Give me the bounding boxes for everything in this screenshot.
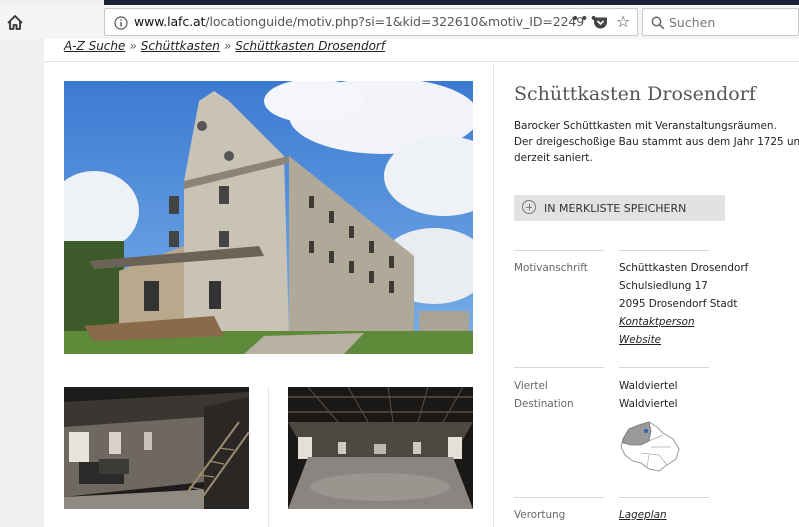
lageplan-link[interactable]: Lageplan: [619, 509, 667, 521]
destination-label: Destination: [514, 398, 574, 410]
bookmark-star-icon[interactable]: ☆: [616, 12, 630, 31]
destination-value: Waldviertel: [619, 398, 678, 410]
motivanschrift-label: Motivanschrift: [514, 262, 588, 274]
page-content: A-Z Suche» Schüttkasten» Schüttkasten Dros…: [44, 39, 799, 527]
divider: [514, 497, 604, 498]
save-to-watchlist-button[interactable]: IN MERKLISTE SPEICHERN: [514, 195, 725, 221]
breadcrumb-current[interactable]: Schüttkasten Drosendorf: [235, 39, 385, 53]
address-name: Schüttkasten Drosendorf: [619, 262, 749, 274]
thumb-divider: [268, 387, 269, 527]
breadcrumb: A-Z Suche» Schüttkasten» Schüttkasten Dros…: [64, 39, 386, 53]
info-icon[interactable]: [114, 15, 128, 30]
contact-person-link[interactable]: Kontaktperson: [619, 316, 695, 328]
thumbnail-photo-1[interactable]: [64, 387, 249, 509]
divider: [619, 497, 709, 498]
address-bar[interactable]: www.lafc.at/locationguide/motiv.php?si=1…: [104, 8, 638, 36]
viertel-value: Waldviertel: [619, 380, 678, 392]
search-icon: [651, 15, 665, 30]
search-bar[interactable]: Suchen: [642, 8, 799, 36]
url-text[interactable]: www.lafc.at/locationguide/motiv.php?si=1…: [134, 14, 584, 29]
divider: [619, 367, 709, 368]
verortung-label: Verortung: [514, 509, 566, 521]
page-title: Schüttkasten Drosendorf: [514, 83, 756, 105]
divider: [44, 61, 799, 62]
viertel-label: Viertel: [514, 380, 548, 392]
location-marker-icon: [644, 429, 648, 433]
plus-circle-icon: [522, 200, 536, 214]
divider: [514, 367, 604, 368]
region-map: [619, 417, 684, 475]
breadcrumb-schuettkasten[interactable]: Schüttkasten: [141, 39, 220, 53]
thumbnail-photo-2[interactable]: [288, 387, 473, 509]
divider: [619, 250, 709, 251]
home-icon[interactable]: [6, 14, 24, 32]
search-placeholder: Suchen: [669, 15, 716, 30]
website-link[interactable]: Website: [619, 334, 661, 346]
address-city: 2095 Drosendorf Stadt: [619, 298, 738, 310]
address-street: Schulsiedlung 17: [619, 280, 708, 292]
breadcrumb-a-z-suche[interactable]: A-Z Suche: [64, 39, 125, 53]
column-divider: [493, 62, 494, 527]
browser-toolbar: www.lafc.at/locationguide/motiv.php?si=1…: [0, 5, 799, 39]
divider: [514, 250, 604, 251]
pocket-icon[interactable]: [593, 15, 608, 29]
main-photo[interactable]: [64, 81, 473, 354]
description: Barocker Schüttkasten mit Veranstaltungs…: [514, 120, 799, 164]
